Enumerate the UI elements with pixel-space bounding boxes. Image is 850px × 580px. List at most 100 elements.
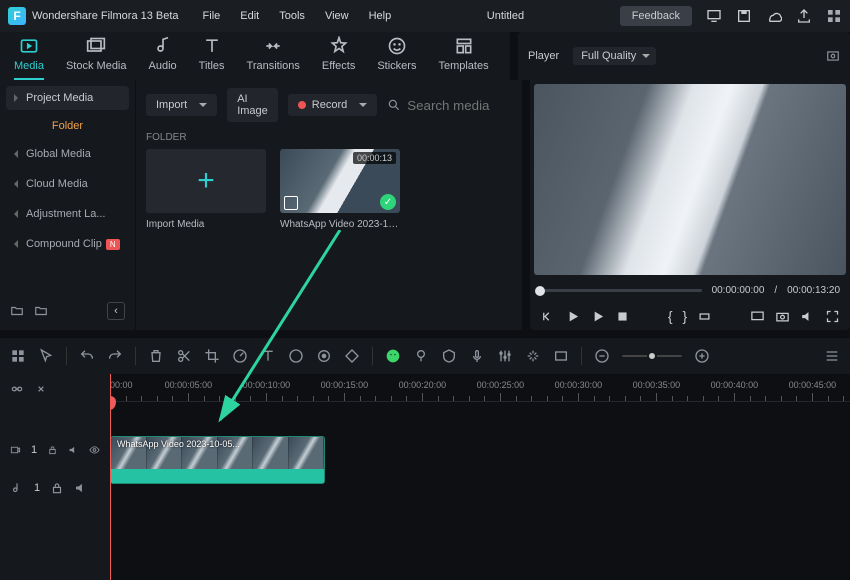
display-icon[interactable]	[750, 309, 765, 324]
quality-dropdown[interactable]: Full Quality	[573, 47, 656, 65]
menu-help[interactable]: Help	[369, 10, 392, 22]
mask-icon[interactable]	[441, 348, 457, 364]
link-icon[interactable]	[10, 382, 24, 396]
marker-icon[interactable]	[413, 348, 429, 364]
video-track-header[interactable]: 1	[6, 426, 104, 474]
cut-icon[interactable]	[176, 348, 192, 364]
mute-icon[interactable]	[74, 481, 88, 495]
ai-assistant-icon[interactable]	[385, 348, 401, 364]
import-media-tile[interactable]: + Import Media	[146, 149, 266, 230]
timeline-tracks[interactable]: 00:0000:00:05:0000:00:10:0000:00:15:0000…	[110, 374, 850, 580]
video-track-icon	[10, 443, 21, 457]
sidebar-compound-clip[interactable]: Compound ClipN	[6, 232, 129, 256]
fullscreen-icon[interactable]	[825, 309, 840, 324]
eye-icon[interactable]	[89, 443, 100, 457]
cursor-icon[interactable]	[38, 348, 54, 364]
audio-track-header[interactable]: 1	[6, 474, 104, 502]
sidebar-global-media[interactable]: Global Media	[6, 142, 129, 166]
playhead[interactable]	[110, 374, 111, 580]
crop-icon[interactable]	[204, 348, 220, 364]
tab-titles[interactable]: Titles	[199, 36, 225, 80]
plus-icon: +	[197, 164, 215, 198]
timeline-clip[interactable]: WhatsApp Video 2023-10-05...	[110, 436, 325, 484]
clip-name: WhatsApp Video 2023-10-05...	[280, 219, 400, 230]
monitor-icon[interactable]	[706, 8, 722, 24]
stickers-icon	[387, 36, 407, 56]
zoom-slider[interactable]	[622, 355, 682, 357]
tab-effects[interactable]: Effects	[322, 36, 355, 80]
save-icon[interactable]	[736, 8, 752, 24]
audio-mixer-icon[interactable]	[497, 348, 513, 364]
title-bar: F Wondershare Filmora 13 Beta File Edit …	[0, 0, 850, 32]
search-icon[interactable]	[387, 98, 401, 112]
zoom-in-icon[interactable]	[694, 348, 710, 364]
tab-transitions[interactable]: Transitions	[247, 36, 300, 80]
mark-out-icon[interactable]: }	[683, 308, 688, 324]
ai-tool-icon[interactable]	[316, 348, 332, 364]
mark-in-icon[interactable]: {	[668, 308, 673, 324]
sidebar-folder[interactable]: Folder	[6, 116, 129, 136]
zoom-out-icon[interactable]	[594, 348, 610, 364]
play-forward-icon[interactable]	[590, 309, 605, 324]
keyframe-icon[interactable]	[344, 348, 360, 364]
color-icon[interactable]	[288, 348, 304, 364]
prev-frame-icon[interactable]	[540, 309, 555, 324]
tab-templates[interactable]: Templates	[438, 36, 488, 80]
new-folder-icon[interactable]	[10, 304, 24, 318]
export-icon[interactable]	[796, 8, 812, 24]
render-icon[interactable]	[553, 348, 569, 364]
tab-audio[interactable]: Audio	[149, 36, 177, 80]
camera-icon[interactable]	[775, 309, 790, 324]
cloud-upload-icon[interactable]	[766, 8, 782, 24]
text-icon[interactable]	[260, 348, 276, 364]
tab-stickers[interactable]: Stickers	[377, 36, 416, 80]
speed-icon[interactable]	[232, 348, 248, 364]
grid-icon[interactable]	[826, 8, 842, 24]
sidebar-adjustment-layer[interactable]: Adjustment La...	[6, 202, 129, 226]
timeline-track-headers: 1 1	[0, 374, 110, 580]
media-clip-tile[interactable]: 00:00:13 ✓ WhatsApp Video 2023-10-05...	[280, 149, 400, 230]
player-panel: 00:00:00:00 / 00:00:13:20 { }	[530, 80, 850, 330]
stock-media-icon	[86, 36, 106, 56]
sidebar-project-media[interactable]: Project Media	[6, 86, 129, 110]
folder-icon[interactable]	[34, 304, 48, 318]
mute-icon[interactable]	[68, 443, 79, 457]
lock-icon[interactable]	[50, 481, 64, 495]
player-label: Player	[528, 50, 559, 62]
import-dropdown[interactable]: Import	[146, 94, 217, 116]
ribbon-tabs: Media Stock Media Audio Titles Transitio…	[0, 32, 510, 80]
menu-file[interactable]: File	[203, 10, 221, 22]
undo-icon[interactable]	[79, 348, 95, 364]
ai-image-button[interactable]: AI Image	[227, 88, 278, 122]
redo-icon[interactable]	[107, 348, 123, 364]
player-viewport[interactable]	[534, 84, 846, 275]
menu-view[interactable]: View	[325, 10, 349, 22]
collapse-sidebar-button[interactable]: ‹	[107, 302, 125, 320]
volume-icon[interactable]	[800, 309, 815, 324]
tab-stock-media[interactable]: Stock Media	[66, 36, 127, 80]
voice-icon[interactable]	[469, 348, 485, 364]
clip-icon[interactable]	[697, 309, 712, 324]
tool-select-icon[interactable]	[10, 348, 26, 364]
menu-tools[interactable]: Tools	[279, 10, 305, 22]
lock-icon[interactable]	[47, 443, 58, 457]
snapshot-icon[interactable]	[826, 49, 840, 63]
time-sep: /	[774, 285, 777, 296]
player-scrubber[interactable]	[540, 289, 702, 292]
timeline-ruler[interactable]: 00:0000:00:05:0000:00:10:0000:00:15:0000…	[110, 374, 850, 402]
tab-media[interactable]: Media	[14, 36, 44, 80]
delete-icon[interactable]	[148, 348, 164, 364]
feedback-button[interactable]: Feedback	[620, 6, 692, 26]
record-dropdown[interactable]: Record	[288, 94, 377, 116]
menu-edit[interactable]: Edit	[240, 10, 259, 22]
media-panel: Import AI Image Record FOLDER + Import M…	[135, 80, 522, 330]
audio-icon	[153, 36, 173, 56]
media-sidebar: Project Media Folder Global Media Cloud …	[0, 80, 135, 330]
smart-tool-icon[interactable]	[525, 348, 541, 364]
timeline-toolbar	[0, 338, 850, 374]
view-options-icon[interactable]	[824, 348, 840, 364]
unlink-icon[interactable]	[34, 382, 48, 396]
stop-icon[interactable]	[615, 309, 630, 324]
play-icon[interactable]	[565, 309, 580, 324]
sidebar-cloud-media[interactable]: Cloud Media	[6, 172, 129, 196]
